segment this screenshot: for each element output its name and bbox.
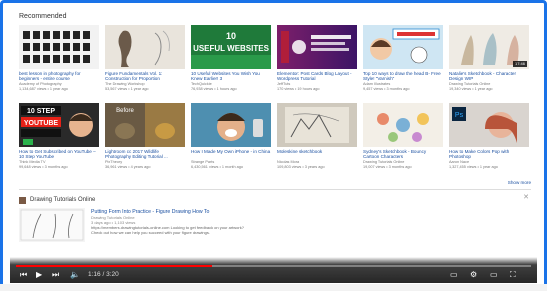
- play-icon[interactable]: ▶: [36, 270, 42, 280]
- video-thumbnail[interactable]: [19, 25, 99, 69]
- volume-icon[interactable]: 🔈: [70, 270, 80, 280]
- video-thumbnail[interactable]: Before: [105, 103, 185, 147]
- progress-bar[interactable]: [16, 265, 531, 267]
- video-title[interactable]: Moleskine sketchbook: [277, 149, 357, 160]
- video-meta: 99,648 views • 3 months ago: [19, 164, 68, 169]
- time-display: 1:16 / 3:20: [88, 271, 119, 278]
- video-title[interactable]: Lightroom cc 2017 Wildlife Photography E…: [105, 149, 185, 160]
- video-card[interactable]: Figure Fundamentals Vol. 1: Construction…: [105, 25, 185, 91]
- svg-text:Before: Before: [116, 108, 134, 114]
- close-icon[interactable]: ✕: [523, 193, 529, 201]
- video-card[interactable]: best lesson in photography for beginners…: [19, 25, 99, 91]
- video-screen[interactable]: Recommended best lesson in photography f…: [10, 5, 537, 278]
- video-title[interactable]: Natalie's Sketchbook - Character Design …: [449, 71, 529, 82]
- video-card[interactable]: Sydney's Sketchbook - Bouncy Cartoon Cha…: [363, 103, 443, 169]
- video-title[interactable]: 10 Useful Websites You Wish You Knew Ear…: [191, 71, 271, 82]
- video-meta: 6,430,561 views • 1 month ago: [191, 164, 243, 169]
- video-thumbnail[interactable]: [363, 103, 443, 147]
- video-card[interactable]: 17:46 Natalie's Sketchbook - Character D…: [449, 25, 529, 91]
- video-card[interactable]: 10 USEFUL WEBSITES 10 Useful Websites Yo…: [191, 25, 271, 91]
- subtitles-icon[interactable]: ▭: [450, 270, 458, 280]
- previous-icon[interactable]: ⏮: [20, 270, 27, 280]
- channel-avatar[interactable]: [19, 196, 26, 204]
- video-meta: 19,340 views • 1 year ago: [449, 86, 493, 91]
- next-icon[interactable]: ⏭: [52, 270, 59, 280]
- video-meta: 36,961 views • 4 years ago: [105, 164, 151, 169]
- video-card[interactable]: Top 10 ways to draw the head B- Free Sty…: [363, 25, 443, 91]
- divider: [19, 189, 531, 190]
- featured-video-info: Putting Form Into Practice - Figure Draw…: [91, 209, 341, 235]
- video-title[interactable]: best lesson in photography for beginners…: [19, 71, 99, 82]
- featured-video-description: Check out how we can help you succeed wi…: [91, 230, 210, 235]
- video-meta: 1,134,687 views • 1 year ago: [19, 86, 68, 91]
- video-thumbnail[interactable]: 17:46: [449, 25, 529, 69]
- fullscreen-icon[interactable]: ⛶: [510, 270, 516, 280]
- video-title[interactable]: Sydney's Sketchbook - Bouncy Cartoon Cha…: [363, 149, 443, 160]
- settings-gear-icon[interactable]: ⚙: [470, 270, 477, 280]
- svg-text:10 STEP: 10 STEP: [27, 108, 55, 115]
- video-thumbnail[interactable]: [363, 25, 443, 69]
- channel-row: Drawing Tutorials Online: [19, 196, 95, 204]
- video-thumbnail[interactable]: [105, 25, 185, 69]
- video-meta: 109,803 views • 3 years ago: [277, 164, 325, 169]
- video-card[interactable]: Moleskine sketchbook Nicolas Mora 109,80…: [277, 103, 357, 169]
- video-card[interactable]: Ps How to Make Colors Pop with Photoshop…: [449, 103, 529, 169]
- video-thumbnail[interactable]: 10 USEFUL WEBSITES: [191, 25, 271, 69]
- video-thumbnail[interactable]: [191, 103, 271, 147]
- video-meta: 19,007 views • 3 months ago: [363, 164, 412, 169]
- video-card[interactable]: 10 STEP YOUTUBE How to Get Subscribed on…: [19, 103, 99, 169]
- player-controls: ⏮ ▶ ⏭ 🔈 1:16 / 3:20 ▭ ⚙ ▭ ⛶: [10, 257, 537, 283]
- svg-text:YOUTUBE: YOUTUBE: [24, 120, 59, 127]
- video-meta: 53,567 views • 1 year ago: [105, 86, 149, 91]
- video-title[interactable]: Figure Fundamentals Vol. 1: Construction…: [105, 71, 185, 82]
- video-meta: 76,938 views • 1 hours ago: [191, 86, 237, 91]
- video-card[interactable]: Before Lightroom cc 2017 Wildlife Photog…: [105, 103, 185, 169]
- featured-video-thumbnail[interactable]: [19, 208, 85, 242]
- video-meta: 1,327,455 views • 1 year ago: [449, 164, 498, 169]
- theater-mode-icon[interactable]: ▭: [490, 270, 498, 280]
- video-title[interactable]: How to Make Colors Pop with Photoshop: [449, 149, 529, 160]
- video-title[interactable]: Top 10 ways to draw the head B- Free Sty…: [363, 71, 443, 82]
- video-thumbnail[interactable]: [277, 25, 357, 69]
- progress-fill: [16, 265, 212, 267]
- show-more-link[interactable]: Show more: [508, 180, 531, 185]
- svg-text:USEFUL WEBSITES: USEFUL WEBSITES: [193, 44, 270, 53]
- video-duration: 17:46: [512, 61, 527, 67]
- video-title[interactable]: How I Made My Own iPhone - in China: [191, 149, 271, 160]
- video-card[interactable]: Elementor: Post Cards Blog Layout - Word…: [277, 25, 357, 91]
- video-title[interactable]: How to Get Subscribed on YouTube – 10 St…: [19, 149, 99, 160]
- section-title: Recommended: [19, 13, 67, 20]
- svg-text:Ps: Ps: [455, 112, 464, 119]
- video-thumbnail[interactable]: 10 STEP YOUTUBE: [19, 103, 99, 147]
- video-meta: 170 views • 19 hours ago: [277, 86, 320, 91]
- video-thumbnail[interactable]: Ps: [449, 103, 529, 147]
- svg-text:10: 10: [226, 31, 236, 41]
- video-title[interactable]: Elementor: Post Cards Blog Layout - Word…: [277, 71, 357, 82]
- video-thumbnail[interactable]: [277, 103, 357, 147]
- channel-name[interactable]: Drawing Tutorials Online: [30, 197, 95, 203]
- frame-bottom: [0, 284, 547, 291]
- video-card[interactable]: How I Made My Own iPhone - in China Stra…: [191, 103, 271, 169]
- video-meta: 9,457 views • 3 months ago: [363, 86, 410, 91]
